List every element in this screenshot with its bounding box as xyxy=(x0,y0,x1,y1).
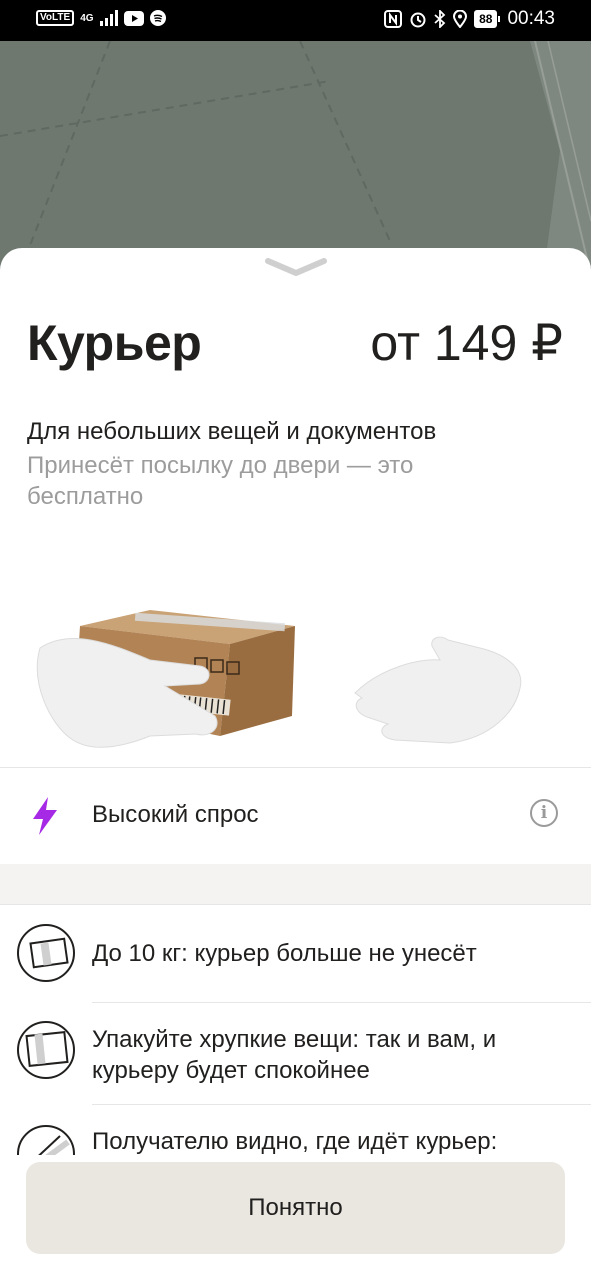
status-left: VoLTE 4G xyxy=(36,10,166,26)
divider xyxy=(92,1104,591,1105)
tariff-title: Курьер xyxy=(27,315,202,371)
tariff-sheet: Курьер от 149 ₽ Для небольших вещей и до… xyxy=(0,248,591,1280)
spotify-icon xyxy=(149,10,166,26)
alarm-icon xyxy=(410,12,426,28)
tariff-description: Принесёт посылку до двери — это бесплатн… xyxy=(27,452,414,510)
network-type: 4G xyxy=(80,12,94,24)
feature-text: До 10 кг: курьер больше не унесёт xyxy=(92,940,477,967)
divider xyxy=(0,904,591,905)
parcel-handover-illustration xyxy=(36,610,522,748)
volte-badge: VoLTE xyxy=(36,10,75,26)
battery-icon: 88 xyxy=(474,10,501,28)
tariff-price: от 149 ₽ xyxy=(370,315,563,371)
tariff-subtitle: Для небольших вещей и документов xyxy=(27,418,437,445)
info-icon[interactable]: i xyxy=(530,799,558,827)
signal-icon xyxy=(99,10,118,26)
ok-button[interactable]: Понятно xyxy=(26,1162,565,1254)
status-bar: VoLTE 4G 88 00:43 xyxy=(0,0,591,41)
chevron-down-icon[interactable] xyxy=(265,258,327,278)
fragile-box-icon xyxy=(17,1021,75,1079)
divider xyxy=(92,1002,591,1003)
status-right: 88 00:43 xyxy=(384,8,555,30)
bluetooth-icon xyxy=(434,10,446,28)
high-demand-row[interactable]: Высокий спрос i xyxy=(0,767,591,863)
clock: 00:43 xyxy=(507,8,555,29)
feature-text: Упакуйте хрупкие вещи: так и вам, и курь… xyxy=(92,1026,497,1084)
nfc-icon xyxy=(384,10,403,28)
section-gap xyxy=(0,864,591,904)
location-icon xyxy=(453,10,468,28)
high-demand-label: Высокий спрос xyxy=(92,801,259,828)
feature-text: Получателю видно, где идёт курьер: xyxy=(92,1128,498,1155)
weight-box-icon xyxy=(17,924,75,982)
youtube-icon xyxy=(123,10,144,26)
lightning-icon xyxy=(33,797,57,835)
